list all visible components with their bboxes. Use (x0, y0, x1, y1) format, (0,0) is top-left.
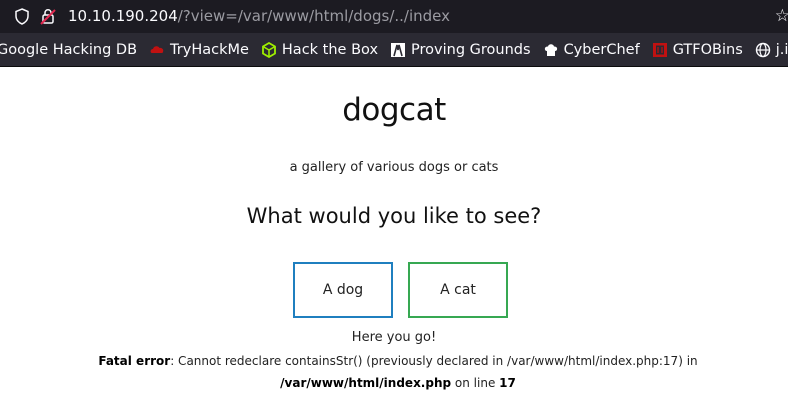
error-message: : Cannot redeclare containsStr() (previo… (170, 354, 698, 368)
bookmark-google-hacking-db[interactable]: Google Hacking DB (0, 42, 137, 58)
bookmark-cyberchef[interactable]: CyberChef (543, 42, 640, 58)
cat-button[interactable]: A cat (408, 262, 508, 318)
insecure-lock-icon[interactable] (40, 8, 56, 25)
error-file: /var/www/html/index.php (280, 376, 452, 390)
php-error-message: Fatal error: Cannot redeclare containsSt… (38, 350, 758, 394)
error-line-prefix: on line (451, 376, 500, 390)
bookmark-label: TryHackMe (170, 41, 249, 58)
tryhackme-icon (150, 45, 164, 53)
url-path: /?view=/var/www/html/dogs/../index (177, 7, 451, 25)
page-content: dogcat a gallery of various dogs or cats… (0, 67, 788, 405)
address-bar[interactable]: 10.10.190.204/?view=/var/www/html/dogs/.… (0, 0, 788, 33)
proving-grounds-icon (391, 42, 406, 57)
bookmark-label: j.info Blog (775, 41, 788, 58)
error-line: 17 (499, 376, 516, 390)
page-subtitle: a gallery of various dogs or cats (289, 160, 499, 175)
url-host: 10.10.190.204 (68, 7, 178, 25)
bookmark-jinfo-blog[interactable]: j.info Blog (755, 42, 788, 58)
gtfobins-icon (652, 42, 667, 57)
bookmarks-toolbar: Google Hacking DB TryHackMe Hack the Box… (0, 33, 788, 67)
error-label: Fatal error (98, 354, 171, 368)
dog-button[interactable]: A dog (293, 262, 393, 318)
bookmark-hack-the-box[interactable]: Hack the Box (261, 41, 379, 58)
shield-icon[interactable] (14, 8, 30, 25)
result-text: Here you go! (351, 330, 437, 345)
hackthebox-icon (262, 41, 276, 58)
bookmark-proving-grounds[interactable]: Proving Grounds (390, 42, 531, 58)
page-question: What would you like to see? (246, 204, 542, 228)
bookmark-label: Google Hacking DB (0, 41, 138, 58)
page-title: dogcat (342, 92, 446, 128)
bookmark-label: Hack the Box (281, 41, 379, 58)
cyberchef-icon (544, 43, 557, 56)
url-text[interactable]: 10.10.190.204/?view=/var/www/html/dogs/.… (68, 7, 450, 25)
bookmark-gtfobins[interactable]: GTFOBins (652, 42, 743, 58)
bookmark-label: GTFOBins (672, 41, 743, 58)
bookmark-label: Proving Grounds (411, 41, 531, 58)
bookmark-star-icon[interactable]: ☆ (775, 6, 788, 26)
bookmark-label: CyberChef (563, 41, 640, 58)
globe-icon (755, 42, 770, 57)
bookmark-tryhackme[interactable]: TryHackMe (149, 42, 249, 58)
